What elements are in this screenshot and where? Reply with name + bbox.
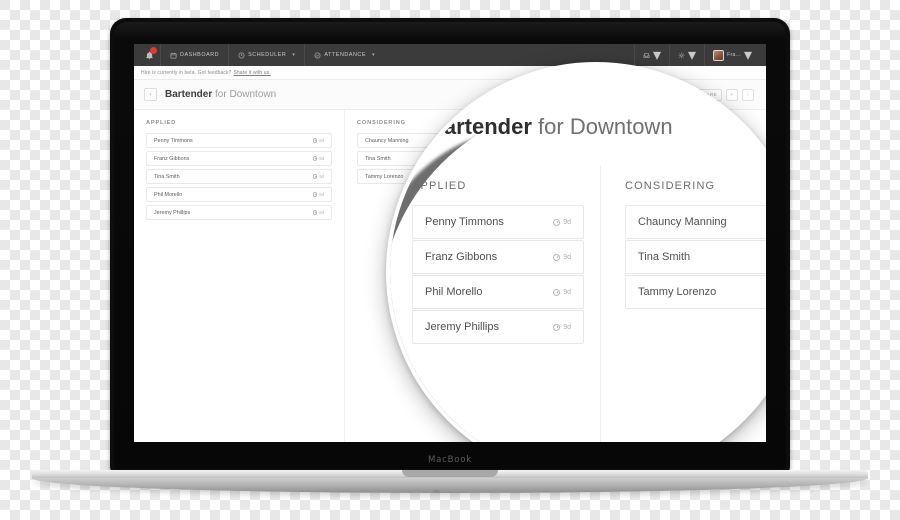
macbook-device: DASHBOARD SCHEDULER ▾ ATTENDANCE ▾ ▾ ▾ F… (32, 18, 868, 493)
laptop-base-bottom (32, 478, 868, 493)
clock-icon (553, 288, 561, 296)
candidate-card[interactable]: Franz Gibbons 9d (146, 151, 332, 166)
candidate-name: Phil Morello (154, 191, 183, 198)
nav-right-group: ▾ ▾ Fra... ▾ (634, 44, 760, 66)
candidate-card[interactable]: Penny Timmons 9d (146, 133, 332, 148)
clock-icon (553, 253, 561, 261)
laptop-base-notch (402, 470, 498, 477)
beta-feedback-link[interactable]: Share it with us. (233, 70, 270, 76)
candidate-name: Penny Timmons (425, 216, 504, 228)
magnified-candidate-card[interactable]: Phil Morello 9d (412, 275, 584, 309)
magnified-column-title: APPLIED (412, 180, 467, 192)
candidate-name: Tina Smith (638, 251, 691, 263)
nav-item-attendance[interactable]: ATTENDANCE ▾ (304, 44, 384, 66)
user-menu[interactable]: Fra... ▾ (704, 44, 760, 66)
laptop-base (32, 470, 868, 496)
magnified-column-considering: CONSIDERING Chauncy Manning Tina Smith T… (600, 166, 766, 442)
magnified-candidate-card[interactable]: Franz Gibbons 9d (412, 240, 584, 274)
laptop-screen: DASHBOARD SCHEDULER ▾ ATTENDANCE ▾ ▾ ▾ F… (134, 44, 766, 442)
magnifier-lens: Bartender for Downtown APPLIED Penny Tim… (386, 62, 766, 442)
candidate-name: Franz Gibbons (154, 155, 190, 162)
card-age: 9d (312, 210, 324, 215)
inbox-icon[interactable]: ▾ (634, 44, 669, 66)
chevron-down-icon: ▾ (688, 47, 697, 64)
avatar (713, 49, 725, 61)
candidate-name: Jeremy Phillips (154, 209, 191, 216)
card-age: 9d (553, 323, 571, 331)
clock-icon (553, 218, 561, 226)
card-age: 9d (553, 288, 571, 296)
candidate-name: Tina Smith (365, 155, 391, 162)
candidate-name: Phil Morello (425, 286, 483, 298)
magnified-candidate-card[interactable]: Penny Timmons 9d (412, 205, 584, 239)
laptop-base-foot (433, 490, 441, 493)
magnified-candidate-card[interactable]: Chauncy Manning (625, 205, 766, 239)
magnified-title-light: for Downtown (538, 114, 673, 139)
magnified-candidate-card[interactable]: Tina Smith (625, 240, 766, 274)
top-navigation-bar: DASHBOARD SCHEDULER ▾ ATTENDANCE ▾ ▾ ▾ F… (134, 44, 766, 66)
candidate-name: Chauncy Manning (638, 216, 727, 228)
magnified-page-title: Bartender for Downtown (428, 114, 673, 140)
gear-icon[interactable]: ▾ (669, 44, 704, 66)
card-age: 9d (553, 253, 571, 261)
candidate-card[interactable]: Jeremy Phillips 9d (146, 205, 332, 220)
candidate-name: Franz Gibbons (425, 251, 498, 263)
chevron-down-icon: ▾ (653, 47, 662, 64)
notification-badge (150, 47, 157, 54)
nav-item-scheduler[interactable]: SCHEDULER ▾ (228, 44, 304, 66)
card-age: 9d (312, 156, 324, 161)
candidate-name: Jeremy Phillips (425, 321, 499, 333)
candidate-name: Tammy Lorenzo (638, 286, 717, 298)
chevron-down-icon: ▾ (743, 47, 752, 64)
chevron-down-icon: ▾ (292, 52, 296, 58)
macbook-label: MacBook (428, 455, 472, 465)
laptop-lid: DASHBOARD SCHEDULER ▾ ATTENDANCE ▾ ▾ ▾ F… (110, 18, 790, 473)
card-age: 9d (312, 138, 324, 143)
nav-label: SCHEDULER (248, 52, 287, 58)
magnified-column-title: CONSIDERING (625, 180, 716, 192)
nav-item-dashboard[interactable]: DASHBOARD (160, 44, 228, 66)
magnified-candidate-card[interactable]: Jeremy Phillips 9d (412, 310, 584, 344)
nav-label: ATTENDANCE (324, 52, 367, 58)
candidate-card[interactable]: Tina Smith 9d (146, 169, 332, 184)
card-age: 9d (312, 192, 324, 197)
user-name: Fra... (727, 52, 741, 58)
column-title: APPLIED (146, 120, 177, 126)
magnified-board: APPLIED Penny Timmons 9d Franz Gibbons 9… (390, 166, 766, 442)
card-age: 9d (312, 174, 324, 179)
page-title: Bartender for Downtown (165, 89, 276, 100)
clock-icon (553, 323, 561, 331)
card-age: 9d (553, 218, 571, 226)
chevron-left-icon[interactable]: ‹ (144, 88, 157, 101)
candidate-name: Tina Smith (154, 173, 180, 180)
chevron-down-icon: ▾ (372, 52, 376, 58)
magnified-column-applied: APPLIED Penny Timmons 9d Franz Gibbons 9… (390, 166, 600, 442)
bell-icon[interactable] (138, 44, 160, 66)
nav-left-group: DASHBOARD SCHEDULER ▾ ATTENDANCE ▾ (138, 44, 634, 66)
candidate-card[interactable]: Phil Morello 9d (146, 187, 332, 202)
nav-label: DASHBOARD (180, 52, 220, 58)
board-column-applied: APPLIED Penny Timmons 9d Franz Gibbons 9… (134, 110, 345, 442)
magnified-content: Bartender for Downtown APPLIED Penny Tim… (390, 66, 766, 442)
page-title-bold: Bartender (165, 89, 213, 100)
candidate-name: Penny Timmons (154, 137, 193, 144)
page-title-light: for Downtown (215, 89, 277, 100)
magnified-candidate-card[interactable]: Tammy Lorenzo (625, 275, 766, 309)
magnified-title-bold: Bartender (428, 114, 532, 139)
beta-banner-text: Hire is currently in beta. Got feedback? (141, 69, 232, 76)
